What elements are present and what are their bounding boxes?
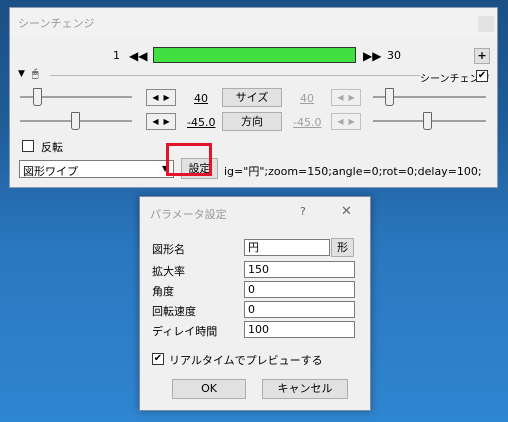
rotation-speed-field[interactable]: 0 (244, 301, 355, 318)
add-button[interactable]: + (474, 48, 490, 64)
shape-name-field[interactable]: 円 (244, 239, 330, 256)
direction-button[interactable]: 方向 (222, 112, 282, 131)
divider (50, 75, 420, 76)
cancel-button[interactable]: キャンセル (262, 379, 348, 399)
zoom-label: 拡大率 (152, 265, 185, 278)
direction-right-value: -45.0 (293, 116, 322, 129)
zoom-field[interactable]: 150 (244, 261, 355, 278)
track-toggle-checkbox[interactable]: ✔ (476, 70, 488, 82)
effect-select-value: 図形ワイプ (23, 165, 78, 178)
angle-field[interactable]: 0 (244, 281, 355, 298)
shape-picker-button[interactable]: 形 (331, 238, 354, 257)
shape-name-label: 図形名 (152, 243, 185, 256)
skip-forward-icon[interactable]: ▶▶ (363, 48, 381, 64)
parameter-dialog: パラメータ設定 ? ✕ 図形名 円 形 拡大率 150 角度 0 回転速度 0 … (139, 196, 371, 411)
delay-label: ディレイ時間 (152, 325, 218, 338)
delay-field[interactable]: 100 (244, 321, 355, 338)
scene-change-window: シーンチェンジ 1 ◀◀ ▶▶ 30 + ▼ 🖱 シーンチェンジ ✔ ◀ ▶ 40… (9, 7, 498, 188)
size-left-value[interactable]: 40 (194, 92, 208, 105)
frame-start-label: 1 (113, 49, 120, 62)
direction-right-stepper: ◀ ▶ (331, 113, 361, 130)
close-button[interactable] (478, 16, 494, 32)
skip-back-icon[interactable]: ◀◀ (129, 48, 147, 64)
size-right-stepper: ◀ ▶ (331, 89, 361, 106)
angle-label: 角度 (152, 285, 174, 298)
invert-label: 反転 (41, 141, 63, 154)
dialog-title: パラメータ設定 (150, 208, 227, 221)
size-left-stepper[interactable]: ◀ ▶ (146, 89, 176, 106)
collapse-triangle-icon[interactable]: ▼ (18, 69, 25, 79)
realtime-preview-checkbox[interactable]: ✔ (152, 353, 164, 365)
direction-left-stepper[interactable]: ◀ ▶ (146, 113, 176, 130)
direction-slider-left-thumb[interactable] (71, 112, 80, 130)
window-title: シーンチェンジ (18, 17, 95, 30)
realtime-preview-label: リアルタイムでプレビューする (169, 354, 323, 367)
parameter-text: ig="円";zoom=150;angle=0;rot=0;delay=100; (224, 165, 482, 178)
ok-button[interactable]: OK (172, 379, 246, 399)
effect-select[interactable]: 図形ワイプ ▼ (19, 160, 174, 178)
help-button[interactable]: ? (300, 205, 306, 218)
direction-left-value[interactable]: -45.0 (187, 116, 215, 129)
mouse-icon: 🖱 (32, 67, 39, 80)
highlight-box (166, 143, 212, 176)
rotation-speed-label: 回転速度 (152, 305, 196, 318)
title-bar: シーンチェンジ (10, 8, 497, 36)
size-slider-left-thumb[interactable] (33, 88, 42, 106)
direction-slider-right-thumb[interactable] (423, 112, 432, 130)
close-icon[interactable]: ✕ (341, 204, 352, 219)
size-right-value: 40 (300, 92, 314, 105)
frame-end-label: 30 (387, 49, 401, 62)
invert-checkbox[interactable] (22, 140, 34, 152)
frame-range-bar[interactable] (153, 47, 356, 63)
size-slider-right-thumb[interactable] (385, 88, 394, 106)
size-button[interactable]: サイズ (222, 88, 282, 107)
